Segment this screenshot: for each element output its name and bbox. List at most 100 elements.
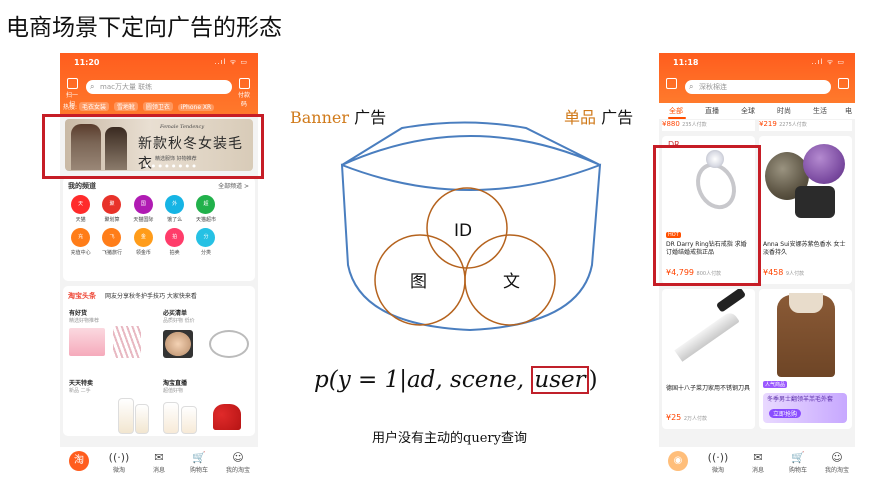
- hot-search-chip[interactable]: iPhone XR: [177, 104, 215, 111]
- tab-home[interactable]: 淘: [64, 451, 94, 471]
- feed-headline[interactable]: 网友分享秋冬护手技巧 大家快来看: [105, 291, 197, 300]
- tab-weitao[interactable]: ((·)) 微淘: [703, 451, 733, 474]
- tab-my-taobao[interactable]: ☺ 我的淘宝: [822, 451, 852, 474]
- cart-icon: 🛒: [791, 451, 805, 464]
- channel-label: 天猫: [75, 217, 86, 223]
- right-phone-header: 11:18 ..ıl ᯤ ▭ ⌕ 深秋棉连: [659, 53, 855, 103]
- tab-cart[interactable]: 🛒 购物车: [184, 451, 214, 474]
- channel-item[interactable]: 聚聚划算: [96, 195, 127, 223]
- hot-search-chip[interactable]: 毛衣女装: [78, 102, 109, 111]
- channel-item[interactable]: 金领金币: [128, 228, 159, 256]
- product-image: [803, 144, 845, 184]
- all-channels-link[interactable]: 全部频道 >: [218, 181, 249, 190]
- channel-item[interactable]: 飞飞猪旅行: [96, 228, 127, 256]
- channel-icon: [227, 195, 247, 214]
- tab-messages[interactable]: ✉ 消息: [144, 451, 174, 474]
- tab-category-all[interactable]: 全部: [669, 106, 683, 116]
- tab-cart[interactable]: 🛒 购物车: [783, 451, 813, 474]
- product-image: [795, 186, 835, 218]
- profile-icon: ☺: [232, 451, 244, 464]
- signal-icon: ..ıl ᯤ ▭: [811, 58, 845, 66]
- channel-item[interactable]: 外饿了么: [159, 195, 190, 223]
- channel-item[interactable]: 天天猫: [65, 195, 96, 223]
- tab-label: 消息: [152, 467, 165, 474]
- status-time: 11:18: [673, 58, 699, 67]
- feed-cell-sub: 品质好物 低价: [163, 318, 195, 324]
- ad-shape-diagram: ID 图 文: [340, 121, 602, 332]
- venn-label-id: ID: [454, 221, 472, 241]
- channel-icon: 拍: [165, 228, 185, 247]
- channel-item: [222, 228, 253, 256]
- tab-category-life[interactable]: 生活: [813, 106, 827, 116]
- hot-search-row: 热搜: 毛衣女装 雪地靴 圆领卫衣 iPhone XR: [63, 102, 217, 111]
- item-price: ¥880: [662, 120, 680, 128]
- tab-category-fashion[interactable]: 时尚: [777, 106, 791, 116]
- scan-icon[interactable]: [665, 78, 677, 94]
- product-card[interactable]: Anna Sui安娜苏紫色香水 女士淡香持久 ¥458 9人付款: [759, 136, 852, 284]
- left-phone-tab-bar: 淘 ((·)) 微淘 ✉ 消息 🛒 购物车 ☺ 我的淘宝: [60, 447, 258, 483]
- search-placeholder: mac万大量 联练: [100, 83, 153, 91]
- channel-icon: 外: [165, 195, 185, 214]
- tab-my-taobao[interactable]: ☺ 我的淘宝: [223, 451, 253, 474]
- search-input[interactable]: ⌕ 深秋棉连: [685, 80, 831, 94]
- tab-weitao[interactable]: ((·)) 微淘: [104, 451, 134, 474]
- channel-item[interactable]: 国天猫国际: [128, 195, 159, 223]
- venn-label-text: 文: [503, 272, 520, 292]
- channels-card: 我的频道 全部频道 > 天天猫聚聚划算国天猫国际外饿了么超天猫超市充充值中心飞飞…: [63, 177, 255, 281]
- channel-item[interactable]: 拍拍卖: [159, 228, 190, 256]
- signal-icon: ..ıl ᯤ ▭: [214, 58, 248, 66]
- channel-item[interactable]: 超天猫超市: [190, 195, 221, 223]
- product-tag: 人气商品: [763, 381, 788, 388]
- feed-cell-title[interactable]: 天天特卖: [69, 378, 93, 387]
- product-image: [118, 398, 134, 434]
- weitao-icon: ((·)): [707, 451, 729, 464]
- avatar: ◉: [668, 451, 688, 471]
- formula-user-highlight: user: [531, 366, 589, 394]
- tab-category-more[interactable]: 电: [845, 106, 852, 116]
- scan-icon[interactable]: 扫一扫: [66, 78, 78, 108]
- qr-code-icon[interactable]: 付款码: [238, 78, 250, 108]
- channel-icon: 国: [133, 195, 153, 214]
- buy-now-button[interactable]: 立即抢购: [769, 409, 802, 418]
- cart-icon: 🛒: [192, 451, 206, 464]
- channel-item[interactable]: 分分类: [190, 228, 221, 256]
- tab-home[interactable]: ◉: [663, 451, 693, 471]
- search-icon: ⌕: [90, 82, 95, 91]
- feed-cell-sub: 超值好物: [163, 388, 184, 394]
- tab-label: 我的淘宝: [824, 467, 849, 474]
- tab-category-live[interactable]: 直播: [705, 106, 719, 116]
- product-card[interactable]: 德国十八子菜刀家用不锈钢刀具 ¥25 2万人付款: [662, 289, 755, 429]
- channel-label: 饿了么: [167, 217, 183, 223]
- shape-top-outline: [341, 121, 601, 166]
- formula-prefix: p(y = 1|ad, scene,: [314, 367, 532, 393]
- item-sales: 235人付款: [682, 122, 707, 128]
- product-name: 德国十八子菜刀家用不锈钢刀具: [666, 385, 751, 392]
- tab-messages[interactable]: ✉ 消息: [743, 451, 773, 474]
- channel-icon: 飞: [102, 228, 122, 247]
- tab-label: 消息: [751, 467, 764, 474]
- product-card[interactable]: 人气商品 立即抢购 冬季男士翻领羊羔毛外套: [759, 289, 852, 429]
- feed-cell-title[interactable]: 必买清单: [163, 308, 187, 317]
- feed-item-tail: ¥880 235人付款: [662, 120, 755, 131]
- product-image: [674, 310, 740, 362]
- formula-suffix: ): [588, 367, 598, 393]
- ctr-formula: p(y = 1|ad, scene, user): [314, 366, 598, 394]
- tab-label: 我的淘宝: [225, 467, 250, 474]
- channel-icon: 分: [196, 228, 216, 247]
- channel-item[interactable]: 充充值中心: [65, 228, 96, 256]
- channel-label: 聚划算: [104, 217, 120, 223]
- product-image: [213, 404, 241, 430]
- feed-cell-title[interactable]: 有好货: [69, 308, 87, 317]
- feed-source: 淘宝头条: [68, 292, 96, 300]
- qr-code-icon[interactable]: [837, 78, 849, 94]
- tab-category-global[interactable]: 全球: [741, 106, 755, 116]
- search-input[interactable]: ⌕ mac万大量 联练: [86, 80, 232, 94]
- message-icon: ✉: [753, 451, 763, 464]
- no-query-caption: 用户没有主动的query查询: [372, 431, 527, 446]
- hot-search-chip[interactable]: 雪地靴: [113, 102, 138, 111]
- feed-cell-title[interactable]: 淘宝直播: [163, 378, 187, 387]
- search-placeholder: 深秋棉连: [699, 83, 727, 91]
- hot-search-chip[interactable]: 圆领卫衣: [142, 102, 173, 111]
- channel-label: 飞猪旅行: [101, 250, 122, 256]
- channel-label: 分类: [200, 250, 211, 256]
